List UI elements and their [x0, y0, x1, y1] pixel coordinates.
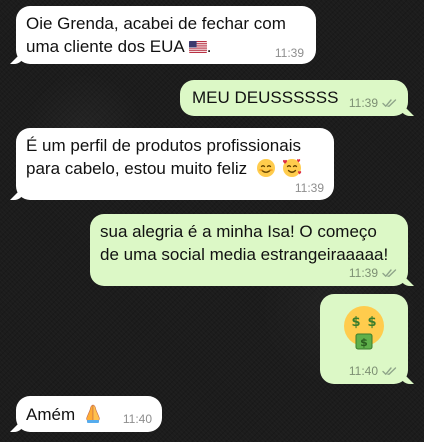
- message-outgoing-1[interactable]: MEU DEUSSSSSS 11:39: [180, 80, 408, 116]
- message-timestamp: 11:40: [348, 364, 378, 378]
- message-text-line: MEU DEUSSSSSS: [192, 88, 339, 107]
- svg-text:$: $: [360, 336, 368, 349]
- message-timestamp: 11:39: [348, 96, 378, 110]
- message-text-line: de uma social media estrangeiraaaaa!: [100, 245, 389, 264]
- message-timestamp: 11:40: [122, 412, 152, 426]
- money-mouth-face-icon: $ $ $: [344, 306, 384, 350]
- svg-text:$: $: [351, 315, 360, 330]
- message-outgoing-3[interactable]: $ $ $ 11:40: [320, 294, 408, 384]
- message-text-line: Amém: [26, 402, 104, 426]
- svg-text:$: $: [367, 315, 376, 330]
- message-incoming-1[interactable]: Oie Grenda, acabei de fechar com uma cli…: [16, 6, 316, 64]
- smiling-face-icon: [256, 159, 275, 177]
- message-text-line-content: para cabelo, estou muito feliz: [26, 159, 248, 178]
- read-receipt-double-check-icon: [382, 269, 397, 277]
- message-outgoing-2[interactable]: sua alegria é a minha Isa! O começo de u…: [90, 214, 408, 286]
- read-receipt-double-check-icon: [382, 367, 397, 375]
- message-text-line: uma cliente dos EUA .: [26, 35, 211, 58]
- message-timestamp: 11:39: [294, 181, 324, 195]
- message-timestamp: 11:39: [274, 46, 304, 60]
- message-text-line-content: Amém: [26, 405, 76, 424]
- message-text-line: para cabelo, estou muito feliz: [26, 157, 303, 180]
- chat-conversation: Oie Grenda, acabei de fechar com uma cli…: [0, 0, 424, 442]
- message-incoming-3[interactable]: Amém 11:40: [16, 396, 162, 432]
- message-text-line: sua alegria é a minha Isa! O começo: [100, 222, 377, 241]
- message-timestamp: 11:39: [348, 266, 378, 280]
- message-text-line-content: uma cliente dos EUA: [26, 37, 185, 56]
- folded-hands-icon: [86, 404, 100, 423]
- read-receipt-double-check-icon: [382, 99, 397, 107]
- message-incoming-2[interactable]: É um perfil de produtos profissionais pa…: [16, 128, 334, 200]
- period: .: [206, 37, 212, 56]
- message-text-line: É um perfil de produtos profissionais: [26, 136, 301, 155]
- smiling-face-with-hearts-icon: [282, 159, 301, 177]
- flag-usa-icon: [188, 41, 207, 53]
- message-text-line: Oie Grenda, acabei de fechar com: [26, 14, 286, 33]
